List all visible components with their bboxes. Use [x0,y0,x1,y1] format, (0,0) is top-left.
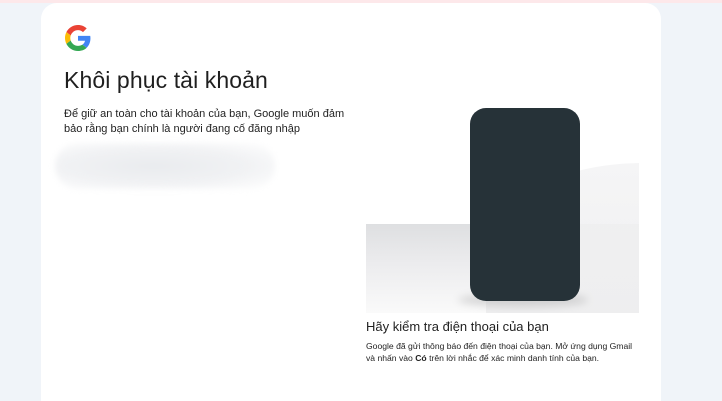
page-title: Khôi phục tài khoản [64,67,268,93]
google-g-icon [65,25,91,51]
blurred-account-chip [55,143,275,189]
recovery-card: Khôi phục tài khoản Để giữ an toàn cho t… [41,3,661,401]
page-description: Để giữ an toàn cho tài khoản của bạn, Go… [64,108,345,135]
phone-image [470,108,580,301]
phone-illustration [366,103,639,313]
verification-heading: Hãy kiểm tra điện thoại của bạn [366,319,549,334]
instructions-bold-yes: Có [415,353,427,363]
verification-instructions: Google đã gửi thông báo đến điện thoại c… [366,340,642,364]
instructions-text-end: trên lời nhắc để xác minh danh tính của … [426,353,600,363]
